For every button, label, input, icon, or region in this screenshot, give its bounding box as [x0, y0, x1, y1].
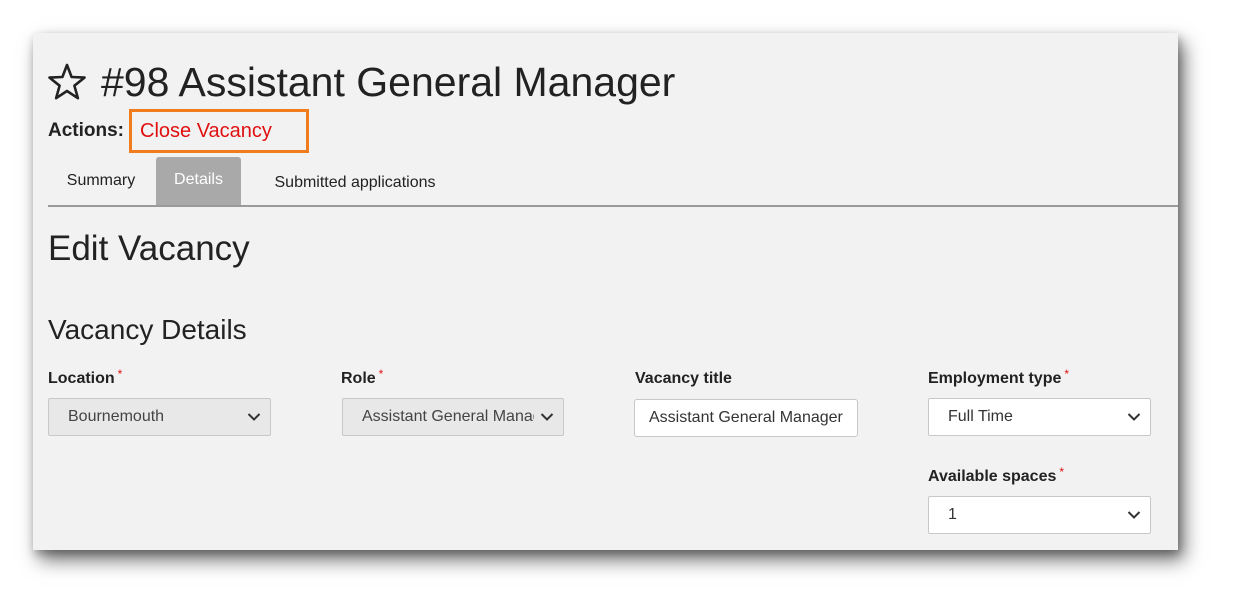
available-spaces-value: 1: [948, 506, 957, 523]
employment-type-select[interactable]: Full Time: [928, 398, 1151, 436]
location-label: Location *: [48, 367, 123, 388]
star-icon[interactable]: [47, 62, 87, 102]
tab-details[interactable]: Details: [156, 157, 241, 205]
tab-submitted-applications[interactable]: Submitted applications: [267, 157, 443, 205]
available-spaces-select[interactable]: 1: [928, 496, 1151, 534]
vacancy-panel: #98 Assistant General Manager Actions: C…: [33, 33, 1178, 550]
chevron-down-icon: [540, 413, 554, 421]
available-spaces-label-text: Available spaces: [928, 468, 1057, 485]
chevron-down-icon: [1127, 511, 1141, 519]
location-select[interactable]: Bournemouth: [48, 398, 271, 436]
employment-type-label: Employment type *: [928, 367, 1070, 388]
chevron-down-icon: [1127, 413, 1141, 421]
page-title: #98 Assistant General Manager: [101, 59, 676, 105]
actions-label: Actions:: [48, 120, 124, 141]
required-marker: *: [117, 367, 123, 381]
role-select[interactable]: Assistant General Manager: [342, 398, 564, 436]
required-marker: *: [1059, 465, 1065, 479]
employment-type-label-text: Employment type: [928, 370, 1062, 387]
role-label-text: Role: [341, 370, 376, 387]
location-label-text: Location: [48, 370, 115, 387]
tab-bar: Summary Details Submitted applications: [48, 157, 1178, 207]
required-marker: *: [1064, 367, 1070, 381]
chevron-down-icon: [247, 413, 261, 421]
available-spaces-label: Available spaces *: [928, 465, 1065, 486]
employment-type-value: Full Time: [948, 408, 1013, 425]
vacancy-title-label: Vacancy title: [635, 370, 732, 388]
required-marker: *: [378, 367, 384, 381]
actions-row: Actions:: [48, 119, 124, 143]
role-value: Assistant General Manager: [362, 408, 534, 425]
vacancy-details-heading: Vacancy Details: [48, 314, 247, 345]
close-vacancy-link[interactable]: Close Vacancy: [129, 109, 309, 153]
edit-vacancy-heading: Edit Vacancy: [48, 229, 250, 268]
vacancy-title-input[interactable]: [634, 399, 858, 437]
page-title-row: #98 Assistant General Manager: [47, 57, 675, 107]
role-label: Role *: [341, 367, 384, 388]
tab-summary[interactable]: Summary: [48, 157, 154, 205]
location-value: Bournemouth: [68, 408, 165, 425]
vacancy-title-label-text: Vacancy title: [635, 370, 732, 387]
